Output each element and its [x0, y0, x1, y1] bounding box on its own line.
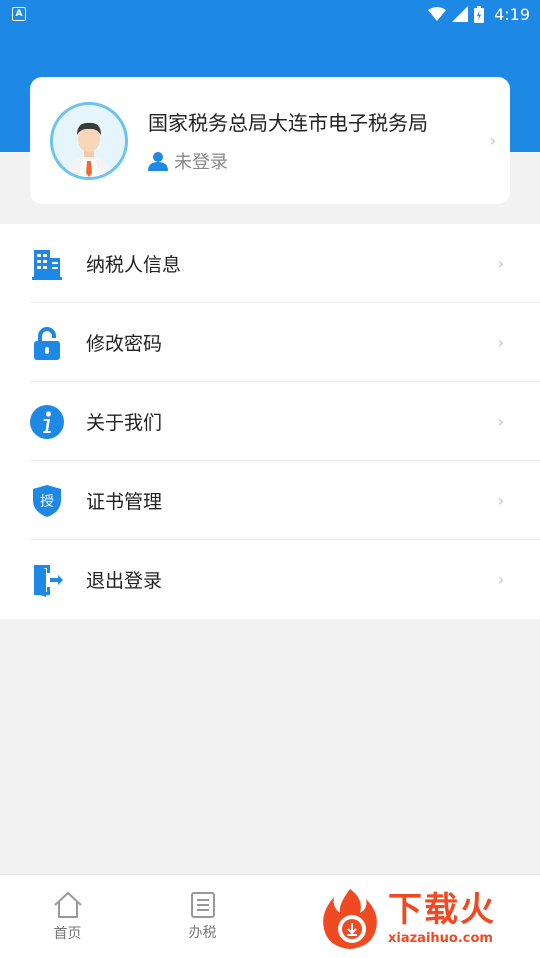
status-time: 4:19: [494, 4, 530, 24]
watermark: 下载火 xiazaihuo.com: [318, 884, 540, 954]
menu-item-taxpayer-info[interactable]: 纳税人信息 ›: [0, 224, 540, 303]
chevron-right-icon: ›: [489, 131, 496, 150]
watermark-url: xiazaihuo.com: [388, 930, 493, 946]
building-icon: [30, 247, 64, 281]
menu-item-about-us[interactable]: 关于我们 ›: [0, 382, 540, 461]
nav-tax[interactable]: 办税: [135, 875, 270, 958]
menu-item-label: 修改密码: [86, 333, 163, 355]
chevron-right-icon: ›: [497, 254, 504, 273]
chevron-right-icon: ›: [497, 570, 504, 589]
menu-item-label: 纳税人信息: [86, 254, 182, 276]
menu-item-label: 证书管理: [86, 491, 163, 513]
nav-home-label: 首页: [53, 925, 82, 942]
lock-icon: [30, 326, 64, 360]
status-bar: A 4:19: [0, 0, 540, 28]
app-notification-icon: A: [12, 7, 26, 21]
signal-icon: [452, 6, 469, 22]
menu-item-label: 关于我们: [86, 412, 163, 434]
chevron-right-icon: ›: [497, 491, 504, 510]
settings-menu: 纳税人信息 › 修改密码 › 关于我们 › 授 证书管理 › 退出登录 ›: [0, 224, 540, 619]
avatar: [50, 101, 128, 180]
menu-item-label: 退出登录: [86, 570, 163, 592]
flame-logo-icon: [323, 889, 377, 949]
profile-card[interactable]: 国家税务总局大连市电子税务局 未登录 ›: [30, 77, 510, 204]
nav-tax-label: 办税: [188, 924, 217, 941]
svg-text:授: 授: [40, 494, 54, 510]
nav-home[interactable]: 首页: [0, 875, 135, 958]
login-status-label: 未登录: [174, 152, 228, 173]
menu-item-certificate-management[interactable]: 授 证书管理 ›: [0, 461, 540, 540]
chevron-right-icon: ›: [497, 412, 504, 431]
menu-item-logout[interactable]: 退出登录 ›: [0, 540, 540, 619]
battery-icon: [474, 5, 485, 23]
login-status[interactable]: 未登录: [148, 148, 510, 174]
watermark-title: 下载火: [388, 889, 496, 930]
profile-title: 国家税务总局大连市电子税务局: [148, 111, 428, 135]
logout-door-icon: [30, 563, 64, 597]
info-icon: [30, 404, 64, 439]
list-icon: [190, 891, 215, 918]
certificate-shield-icon: 授: [30, 484, 64, 518]
wifi-icon: [428, 7, 447, 21]
home-icon: [53, 891, 82, 918]
user-icon: [148, 151, 168, 171]
menu-item-change-password[interactable]: 修改密码 ›: [0, 303, 540, 382]
chevron-right-icon: ›: [497, 333, 504, 352]
